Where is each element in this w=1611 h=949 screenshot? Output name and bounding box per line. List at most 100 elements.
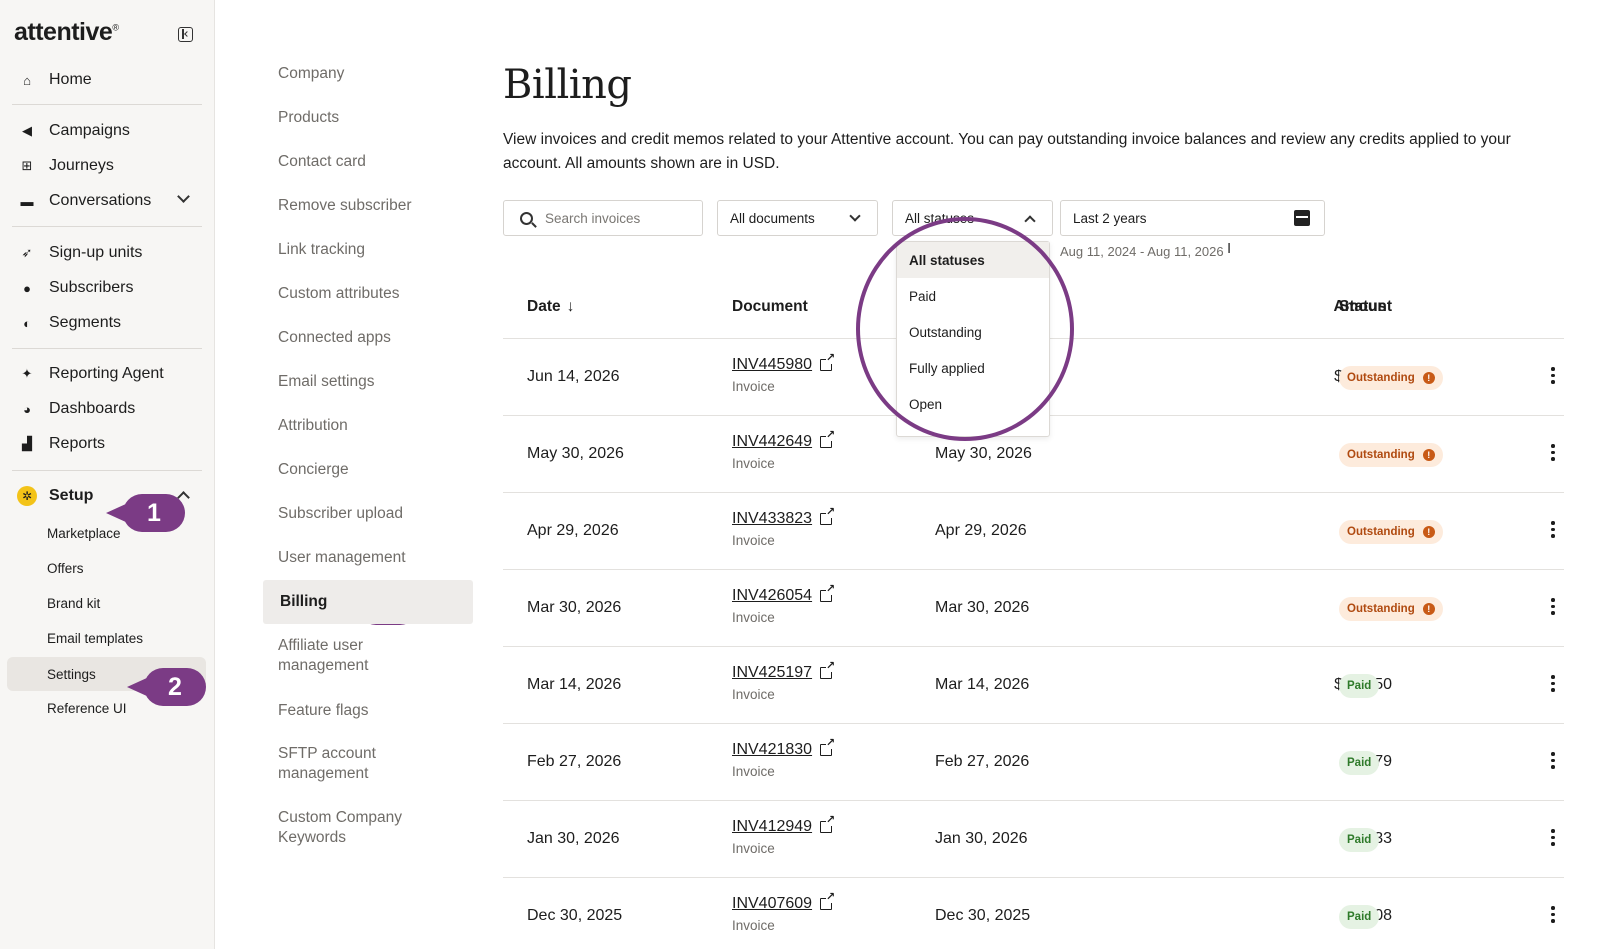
info-icon[interactable]: ! <box>1422 526 1435 538</box>
status-option-fully-applied[interactable]: Fully applied <box>897 350 1049 386</box>
status-badge: Outstanding! <box>1339 366 1443 390</box>
nav-home[interactable]: ⌂ Home <box>12 65 202 95</box>
settings-item-affiliate-user-management[interactable]: Affiliate user management <box>261 636 391 676</box>
column-header-date[interactable]: Date ↓ <box>527 298 574 316</box>
column-header-status[interactable]: Status <box>1339 298 1386 316</box>
settings-item-email-settings[interactable]: Email settings <box>261 372 471 392</box>
table-row: Dec 30, 2025 INV407609 Invoice Dec 30, 2025… <box>503 878 1611 949</box>
nav-segments[interactable]: ◐ Segments <box>12 308 202 338</box>
nav-campaigns[interactable]: ◀ Campaigns <box>12 116 202 146</box>
search-invoices-input[interactable]: Search invoices <box>503 200 703 236</box>
bar-chart-icon: ▟ <box>22 436 32 451</box>
row-actions-menu-icon[interactable] <box>1551 906 1555 924</box>
info-icon[interactable]: ! <box>1422 449 1435 461</box>
invoice-link[interactable]: INV433823 <box>732 507 836 528</box>
nav-journeys[interactable]: ⊞ Journeys <box>12 151 202 181</box>
setup-item-brand-kit[interactable]: Brand kit <box>7 586 206 620</box>
invoice-date: Mar 14, 2026 <box>527 676 622 693</box>
date-period-picker[interactable]: Last 2 years <box>1060 200 1325 236</box>
invoice-link[interactable]: INV425197 <box>732 661 836 682</box>
invoice-document: INV407609 Invoice <box>732 892 836 933</box>
row-actions-menu-icon[interactable] <box>1551 598 1555 616</box>
nav-reports[interactable]: ▟ Reports <box>12 429 202 459</box>
nav-conversations[interactable]: ▬ Conversations <box>12 186 202 216</box>
brand-logo[interactable]: attentive® <box>14 18 119 47</box>
status-badge: Outstanding! <box>1339 443 1443 467</box>
external-link-icon <box>820 507 836 525</box>
info-icon[interactable]: ! <box>1422 372 1435 384</box>
document-type: Invoice <box>732 764 775 779</box>
invoice-link[interactable]: INV442649 <box>732 430 836 451</box>
invoice-link[interactable]: INV421830 <box>732 738 836 759</box>
segment-icon: ◐ <box>23 315 31 331</box>
status-option-all[interactable]: All statuses <box>897 242 1049 278</box>
external-link-icon <box>820 815 836 833</box>
nav-subscribers[interactable]: ● Subscribers <box>12 273 202 303</box>
nav-signup-units[interactable]: ➶ Sign-up units <box>12 238 202 268</box>
status-badge: Outstanding! <box>1339 597 1443 621</box>
invoice-document: INV421830 Invoice <box>732 738 836 779</box>
status-option-open[interactable]: Open <box>897 386 1049 422</box>
chat-icon: ▬ <box>20 193 34 209</box>
settings-item-subscriber-upload[interactable]: Subscriber upload <box>261 504 471 524</box>
nav-dashboards[interactable]: ◕ Dashboards <box>12 394 202 424</box>
collapse-sidebar-icon[interactable] <box>178 27 193 42</box>
settings-item-products[interactable]: Products <box>261 108 471 128</box>
settings-item-company[interactable]: Company <box>261 64 471 84</box>
invoice-due-date: Jan 30, 2026 <box>935 830 1028 847</box>
setup-item-offers[interactable]: Offers <box>7 551 206 585</box>
status-filter-select[interactable]: All statuses <box>892 200 1053 236</box>
calendar-icon[interactable] <box>1294 210 1310 226</box>
invoice-date: Jan 30, 2026 <box>527 830 620 847</box>
nav-divider <box>12 104 202 105</box>
status-badge: Paid <box>1339 828 1380 852</box>
row-actions-menu-icon[interactable] <box>1551 521 1555 539</box>
column-header-document[interactable]: Document <box>732 298 808 316</box>
nav-reporting-agent[interactable]: ✦ Reporting Agent <box>12 359 202 389</box>
settings-item-custom-attributes[interactable]: Custom attributes <box>261 284 471 304</box>
invoice-document: INV425197 Invoice <box>732 661 836 702</box>
invoice-link[interactable]: INV412949 <box>732 815 836 836</box>
invoice-link[interactable]: INV407609 <box>732 892 836 913</box>
invoice-link[interactable]: INV445980 <box>732 353 836 374</box>
row-actions-menu-icon[interactable] <box>1551 367 1555 385</box>
invoice-date: Mar 30, 2026 <box>527 599 622 616</box>
status-badge: Paid <box>1339 905 1380 929</box>
chevron-up-icon <box>1024 215 1036 227</box>
table-row: Jun 14, 2026INV445980Invoice$298.55Outst… <box>503 339 1611 416</box>
table-row: Apr 29, 2026 INV433823 Invoice Apr 29, 2026… <box>503 493 1611 570</box>
row-actions-menu-icon[interactable] <box>1551 444 1555 462</box>
document-type: Invoice <box>732 456 775 471</box>
settings-item-contact-card[interactable]: Contact card <box>261 152 471 172</box>
settings-item-user-management[interactable]: User management <box>261 548 471 568</box>
status-option-outstanding[interactable]: Outstanding <box>897 314 1049 350</box>
home-icon: ⌂ <box>23 72 31 88</box>
settings-item-attribution[interactable]: Attribution <box>261 416 471 436</box>
status-dropdown-menu: All statuses Paid Outstanding Fully appl… <box>896 241 1050 437</box>
row-actions-menu-icon[interactable] <box>1551 829 1555 847</box>
row-actions-menu-icon[interactable] <box>1551 752 1555 770</box>
setup-item-email-templates[interactable]: Email templates <box>7 621 206 655</box>
billing-main: Billing View invoices and credit memos r… <box>503 0 1611 949</box>
invoice-due-date: Feb 27, 2026 <box>935 753 1030 770</box>
settings-item-sftp-account-management[interactable]: SFTP account management <box>261 744 401 784</box>
status-badge: Paid <box>1339 674 1380 698</box>
left-nav: attentive® ⌂ Home ◀ Campaigns ⊞ Journeys ▬ C… <box>0 0 215 949</box>
settings-item-custom-company-keywords[interactable]: Custom Company Keywords <box>261 808 411 848</box>
settings-item-connected-apps[interactable]: Connected apps <box>261 328 471 348</box>
row-actions-menu-icon[interactable] <box>1551 675 1555 693</box>
settings-item-concierge[interactable]: Concierge <box>261 460 471 480</box>
settings-item-feature-flags[interactable]: Feature flags <box>261 701 471 721</box>
chevron-down-icon[interactable] <box>177 190 190 203</box>
settings-item-billing[interactable]: Billing <box>263 580 473 624</box>
invoice-link[interactable]: INV426054 <box>732 584 836 605</box>
status-option-paid[interactable]: Paid <box>897 278 1049 314</box>
document-type: Invoice <box>732 379 775 394</box>
journey-icon: ⊞ <box>21 158 33 173</box>
rocket-icon: ➶ <box>21 245 33 260</box>
invoice-document: INV412949 Invoice <box>732 815 836 856</box>
documents-filter-select[interactable]: All documents <box>717 200 878 236</box>
info-icon[interactable]: ! <box>1422 603 1435 615</box>
settings-item-remove-subscriber[interactable]: Remove subscriber <box>261 196 471 216</box>
settings-item-link-tracking[interactable]: Link tracking <box>261 240 471 260</box>
